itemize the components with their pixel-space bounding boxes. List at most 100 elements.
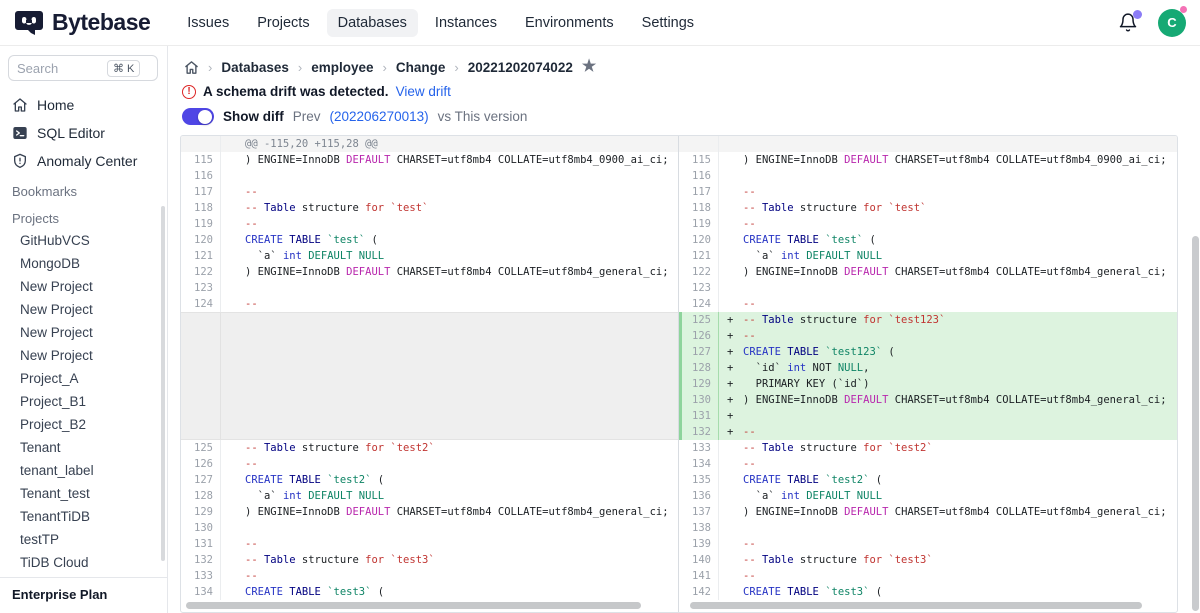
line-content: --	[221, 184, 678, 200]
line-content: CREATE TABLE `test` (	[221, 232, 678, 248]
diff-line: 117--	[181, 184, 678, 200]
line-content: --	[221, 536, 678, 552]
home-icon	[12, 97, 28, 113]
nav-item-environments[interactable]: Environments	[514, 9, 625, 37]
project-item[interactable]: GitHubVCS	[0, 229, 167, 252]
diff-line: 135CREATE TABLE `test2` (	[679, 472, 1177, 488]
diff-line: 118-- Table structure for `test`	[679, 200, 1177, 216]
project-item[interactable]: Tenant	[0, 436, 167, 459]
line-content: +--	[719, 328, 1177, 344]
diff-add-marker: +	[727, 424, 733, 440]
nav-item-projects[interactable]: Projects	[246, 9, 320, 37]
show-diff-toggle[interactable]	[182, 108, 214, 125]
line-number: 128	[682, 360, 719, 376]
project-item[interactable]: testTP	[0, 528, 167, 551]
diff-line: 140-- Table structure for `test3`	[679, 552, 1177, 568]
diff-line-added: 130+) ENGINE=InnoDB DEFAULT CHARSET=utf8…	[679, 392, 1177, 408]
notifications-button[interactable]	[1118, 12, 1140, 34]
avatar-status-dot	[1180, 6, 1187, 13]
sidebar-item-anomaly-center[interactable]: Anomaly Center	[0, 147, 167, 175]
diff-line-added: 126+--	[679, 328, 1177, 344]
diff-line: 119--	[679, 216, 1177, 232]
diff-line: 134--	[679, 456, 1177, 472]
bytebase-logo[interactable]: Bytebase	[14, 8, 150, 38]
breadcrumb-item[interactable]: employee	[311, 60, 373, 75]
line-number: 134	[679, 456, 719, 472]
line-content: `a` int DEFAULT NULL	[719, 488, 1177, 504]
diff-line: 126--	[181, 456, 678, 472]
line-content: --	[221, 456, 678, 472]
sidebar-item-sql-editor[interactable]: SQL Editor	[0, 119, 167, 147]
prev-version-link[interactable]: (202206270013)	[330, 109, 429, 124]
line-content: -- Table structure for `test`	[719, 200, 1177, 216]
search-box[interactable]: ⌘ K	[8, 55, 158, 81]
nav-item-issues[interactable]: Issues	[176, 9, 240, 37]
bookmark-star-icon[interactable]: ★	[582, 59, 596, 75]
diff-line: 121 `a` int DEFAULT NULL	[679, 248, 1177, 264]
terminal-icon	[12, 125, 28, 141]
diff-pane-current[interactable]: 115) ENGINE=InnoDB DEFAULT CHARSET=utf8m…	[679, 136, 1177, 612]
home-icon[interactable]	[184, 60, 199, 75]
user-avatar[interactable]: C	[1158, 9, 1186, 37]
sidebar-item-label: SQL Editor	[37, 125, 105, 141]
line-content: -- Table structure for `test`	[221, 200, 678, 216]
line-number: 122	[181, 264, 221, 280]
line-number: 124	[181, 296, 221, 312]
line-content: ) ENGINE=InnoDB DEFAULT CHARSET=utf8mb4 …	[719, 504, 1177, 520]
project-item[interactable]: Tenant_test	[0, 482, 167, 505]
diff-line: 129) ENGINE=InnoDB DEFAULT CHARSET=utf8m…	[181, 504, 678, 520]
alert-icon: !	[182, 85, 196, 99]
line-content: --	[719, 456, 1177, 472]
project-item[interactable]: New Project	[0, 275, 167, 298]
vertical-scrollbar[interactable]	[1192, 236, 1199, 611]
line-number: 120	[679, 232, 719, 248]
diff-line	[679, 136, 1177, 152]
sidebar-scrollbar[interactable]	[161, 206, 165, 561]
nav-item-instances[interactable]: Instances	[424, 9, 508, 37]
sidebar-section-bookmarks: Bookmarks	[0, 178, 167, 202]
diff-line: 120CREATE TABLE `test` (	[679, 232, 1177, 248]
diff-line: 136 `a` int DEFAULT NULL	[679, 488, 1177, 504]
project-item[interactable]: MongoDB	[0, 252, 167, 275]
diff-line: 119--	[181, 216, 678, 232]
nav-item-settings[interactable]: Settings	[631, 9, 705, 37]
project-item[interactable]: Project_A	[0, 367, 167, 390]
horizontal-scrollbar[interactable]	[690, 602, 1142, 609]
breadcrumb-item[interactable]: Databases	[221, 60, 289, 75]
line-number: 116	[679, 168, 719, 184]
line-number: 130	[181, 520, 221, 536]
diff-add-marker: +	[727, 328, 733, 344]
nav-item-databases[interactable]: Databases	[327, 9, 418, 37]
diff-toolbar: Show diff Prev (202206270013) vs This ve…	[180, 108, 1178, 125]
diff-pane-previous[interactable]: @@ -115,20 +115,28 @@115) ENGINE=InnoDB …	[181, 136, 679, 612]
line-content	[221, 168, 678, 184]
breadcrumb-separator: ›	[383, 60, 387, 75]
diff-line: 123	[181, 280, 678, 296]
project-item[interactable]: tenant_label	[0, 459, 167, 482]
line-content: CREATE TABLE `test3` (	[221, 584, 678, 600]
project-item[interactable]: Project_B2	[0, 413, 167, 436]
search-input[interactable]	[17, 61, 103, 76]
sidebar-item-home[interactable]: Home	[0, 91, 167, 119]
line-content	[719, 136, 1177, 152]
horizontal-scrollbar[interactable]	[186, 602, 641, 609]
show-diff-label: Show diff	[223, 109, 284, 124]
line-content: CREATE TABLE `test` (	[719, 232, 1177, 248]
line-content: +CREATE TABLE `test123` (	[719, 344, 1177, 360]
view-drift-link[interactable]: View drift	[396, 84, 451, 99]
breadcrumb-item[interactable]: 20221202074022	[468, 60, 573, 75]
line-content	[719, 520, 1177, 536]
project-item[interactable]: TiDB Cloud	[0, 551, 167, 574]
breadcrumb-item[interactable]: Change	[396, 60, 446, 75]
project-item[interactable]: New Project	[0, 344, 167, 367]
project-item[interactable]: Project_B1	[0, 390, 167, 413]
line-number: 132	[181, 552, 221, 568]
line-number: 125	[682, 312, 719, 328]
line-number: 118	[181, 200, 221, 216]
project-item[interactable]: TenantTiDB	[0, 505, 167, 528]
line-content: ) ENGINE=InnoDB DEFAULT CHARSET=utf8mb4 …	[221, 152, 678, 168]
project-item[interactable]: New Project	[0, 321, 167, 344]
project-item[interactable]: New Project	[0, 298, 167, 321]
diff-line: 133--	[181, 568, 678, 584]
diff-collapsed-filler	[181, 312, 678, 440]
